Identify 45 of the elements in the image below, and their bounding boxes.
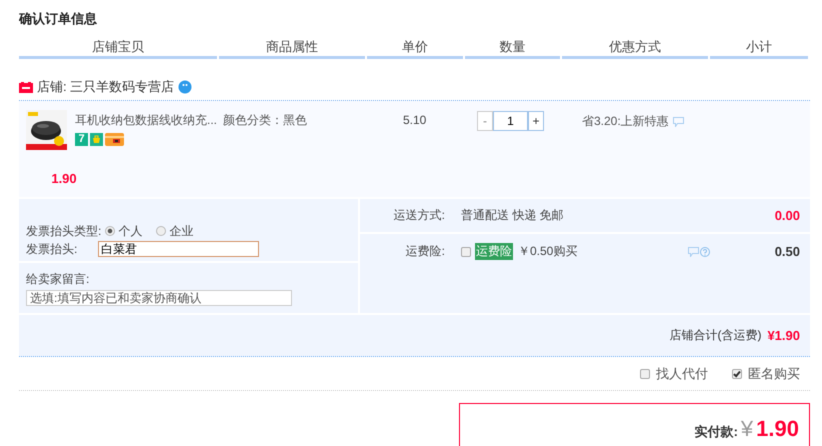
increase-button[interactable]: +: [528, 111, 544, 131]
item-subtotal: 1.90: [51, 171, 77, 186]
quantity-field[interactable]: 1: [493, 111, 528, 131]
payment-amount: 1.90: [756, 416, 799, 442]
shop-badge-icon: [19, 82, 33, 92]
invoice-title-field[interactable]: 白菜君: [98, 241, 259, 257]
shipping-method: 普通配送 快递 免邮: [461, 207, 565, 224]
option-checkbox[interactable]: 匿名购买: [732, 364, 800, 382]
help-icon[interactable]: [700, 246, 710, 256]
shop-name: 店铺: 三只羊数码专营店: [37, 78, 174, 96]
insurance-checkbox[interactable]: [461, 246, 471, 256]
comment-icon[interactable]: [688, 246, 699, 256]
message-label: 给卖家留言:: [26, 271, 90, 288]
product-attribute: 颜色分类：黑色: [223, 112, 308, 129]
discount-text: 省3.20:上新特惠: [582, 113, 669, 130]
option-checkbox[interactable]: 找人代付: [640, 364, 708, 382]
insurance-fee: 0.50: [774, 244, 800, 259]
column-header: 数量: [465, 39, 560, 59]
decrease-button[interactable]: -: [477, 111, 493, 131]
comment-icon[interactable]: [672, 116, 684, 126]
invoice-type-radio[interactable]: 个人: [105, 222, 142, 240]
insurance-tag: 运费险: [475, 243, 513, 260]
column-header: 小计: [710, 39, 808, 59]
currency-symbol: ¥: [740, 416, 754, 442]
column-header: 优惠方式: [562, 39, 708, 59]
shipping-fee: 0.00: [774, 208, 800, 223]
chat-icon[interactable]: [178, 80, 192, 94]
service-badge: 7: [75, 133, 88, 146]
card-icon: [105, 133, 124, 146]
column-header: 商品属性: [219, 39, 365, 59]
invoice-type-radio[interactable]: 企业: [156, 222, 194, 240]
shipping-label: 运送方式:: [392, 207, 445, 224]
bag-icon: [90, 133, 103, 146]
product-link[interactable]: 耳机收纳包数据线收纳充...: [75, 112, 218, 129]
insurance-price: ￥0.50购买: [518, 243, 578, 260]
invoice-title-label: 发票抬头:: [26, 240, 78, 258]
shop-total-amount: ¥1.90: [767, 328, 800, 343]
payment-label: 实付款:: [694, 423, 738, 441]
column-header: 店铺宝贝: [19, 39, 217, 59]
unit-price: 5.10: [402, 112, 428, 129]
invoice-type-label: 发票抬头类型:: [26, 222, 102, 240]
column-header: 单价: [367, 39, 463, 59]
message-field[interactable]: 选填:填写内容已和卖家协商确认: [26, 290, 292, 306]
insurance-label: 运费险:: [404, 243, 445, 260]
shop-total-label: 店铺合计(含运费): [669, 327, 762, 344]
